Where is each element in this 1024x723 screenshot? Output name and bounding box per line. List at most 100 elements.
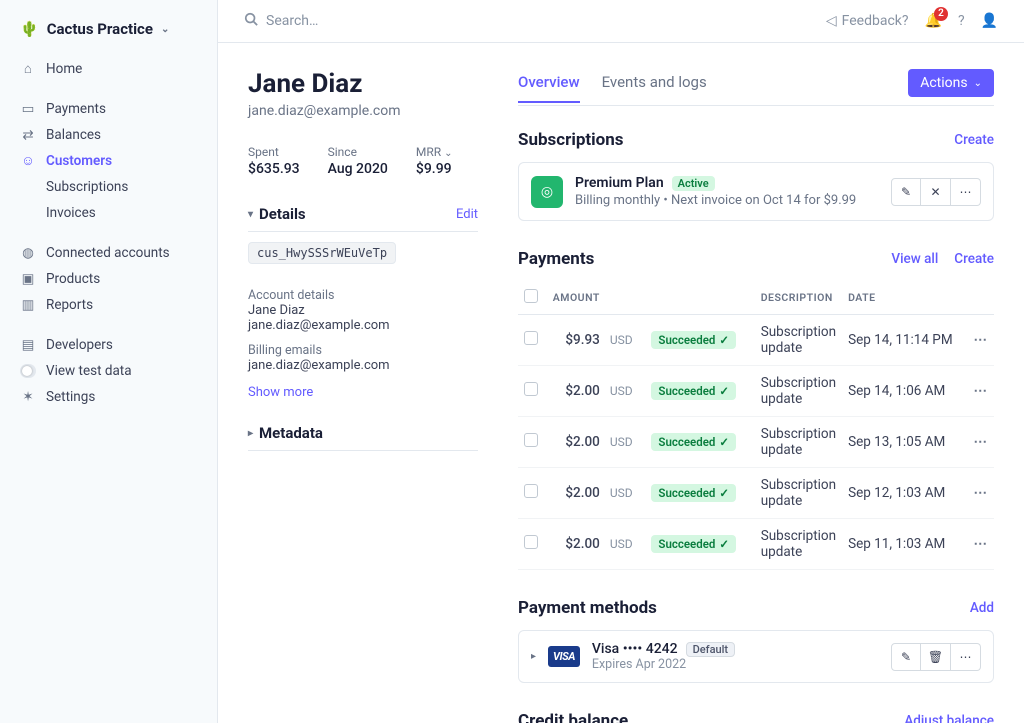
nav-subscriptions[interactable]: Subscriptions <box>0 174 217 200</box>
row-checkbox[interactable] <box>524 382 538 396</box>
row-checkbox[interactable] <box>524 331 538 345</box>
expand-icon[interactable]: ▸ <box>531 651 536 662</box>
payment-method-row[interactable]: ▸ VISA Visa •••• 4242Default Expires Apr… <box>518 630 994 683</box>
stat-since-val: Aug 2020 <box>328 161 388 177</box>
payment-row[interactable]: $2.00USDSucceeded ✓Subscription updateSe… <box>518 468 994 519</box>
status-succeeded-badge: Succeeded ✓ <box>651 382 736 400</box>
nav-developers[interactable]: ▤Developers <box>0 332 217 358</box>
show-more-link[interactable]: Show more <box>248 385 478 400</box>
help-button[interactable]: ? <box>958 13 965 29</box>
stat-spent-label: Spent <box>248 145 300 159</box>
box-icon: ▣ <box>20 271 36 287</box>
credit-balance-title: Credit balance <box>518 711 628 723</box>
feedback-label: Feedback? <box>842 13 909 29</box>
search-icon <box>244 12 258 30</box>
row-more-button[interactable]: ⋯ <box>973 332 988 348</box>
acct-name: Jane Diaz <box>248 303 478 318</box>
status-succeeded-badge: Succeeded ✓ <box>651 535 736 553</box>
customer-name: Jane Diaz <box>248 69 478 99</box>
payment-amount: $2.00 <box>546 519 606 570</box>
stat-since-label: Since <box>328 145 388 159</box>
view-all-payments-link[interactable]: View all <box>891 251 938 267</box>
terminal-icon: ▤ <box>20 337 36 353</box>
feedback-link[interactable]: ◁Feedback? <box>826 13 909 29</box>
delete-card-button[interactable]: 🗑 <box>921 643 951 671</box>
subscription-row[interactable]: ◎ Premium Plan Active Billing monthly • … <box>518 162 994 221</box>
billing-email: jane.diaz@example.com <box>248 358 478 373</box>
payment-row[interactable]: $2.00USDSucceeded ✓Subscription updateSe… <box>518 417 994 468</box>
payment-description: Subscription update <box>755 315 842 366</box>
tab-overview[interactable]: Overview <box>518 73 580 103</box>
row-more-button[interactable]: ⋯ <box>973 434 988 450</box>
row-more-button[interactable]: ⋯ <box>973 485 988 501</box>
acct-details-label: Account details <box>248 288 478 303</box>
nav-settings[interactable]: ✶Settings <box>0 384 217 410</box>
subscription-detail: Billing monthly • Next invoice on Oct 14… <box>575 193 879 208</box>
payment-date: Sep 12, 1:03 AM <box>842 468 967 519</box>
edit-subscription-button[interactable]: ✎ <box>891 178 921 206</box>
adjust-balance-link[interactable]: Adjust balance <box>904 713 994 723</box>
nav-subscriptions-label: Subscriptions <box>46 179 128 195</box>
customers-icon: ☺ <box>20 153 36 169</box>
row-more-button[interactable]: ⋯ <box>973 536 988 552</box>
payment-row[interactable]: $9.93USDSucceeded ✓Subscription updateSe… <box>518 315 994 366</box>
search-input[interactable]: Search… <box>244 12 814 30</box>
nav-customers[interactable]: ☺Customers <box>0 148 217 174</box>
org-switcher[interactable]: 🌵 Cactus Practice ⌄ <box>0 16 217 56</box>
nav-home-label: Home <box>46 61 82 77</box>
row-more-button[interactable]: ⋯ <box>973 383 988 399</box>
card-more-button[interactable]: ⋯ <box>951 643 981 671</box>
edit-card-button[interactable]: ✎ <box>891 643 921 671</box>
edit-details-link[interactable]: Edit <box>456 207 478 222</box>
chevron-down-icon: ⌄ <box>974 78 982 89</box>
visa-logo: VISA <box>548 646 580 667</box>
org-name: Cactus Practice <box>47 20 153 38</box>
col-description: Description <box>755 281 842 315</box>
notif-badge: 2 <box>934 7 948 21</box>
nav-balances-label: Balances <box>46 127 101 143</box>
subscriptions-title: Subscriptions <box>518 130 624 150</box>
notifications-button[interactable]: 🔔 2 <box>925 13 942 29</box>
nav-connected-label: Connected accounts <box>46 245 170 261</box>
nav-invoices[interactable]: Invoices <box>0 200 217 226</box>
nav-home[interactable]: ⌂Home <box>0 56 217 82</box>
row-checkbox[interactable] <box>524 535 538 549</box>
nav-connected[interactable]: ◍Connected accounts <box>0 240 217 266</box>
add-payment-method-link[interactable]: Add <box>970 600 994 616</box>
nav-reports-label: Reports <box>46 297 93 313</box>
row-checkbox[interactable] <box>524 484 538 498</box>
chevron-down-icon: ⌄ <box>161 24 169 35</box>
payment-description: Subscription update <box>755 366 842 417</box>
create-payment-link[interactable]: Create <box>954 251 994 267</box>
status-succeeded-badge: Succeeded ✓ <box>651 331 736 349</box>
payment-row[interactable]: $2.00USDSucceeded ✓Subscription updateSe… <box>518 519 994 570</box>
tab-events[interactable]: Events and logs <box>602 73 707 103</box>
row-checkbox[interactable] <box>524 433 538 447</box>
nav-invoices-label: Invoices <box>46 205 96 221</box>
payments-table: Amount Description Date $9.93USDSucceede… <box>518 281 994 570</box>
nav-payments-label: Payments <box>46 101 106 117</box>
nav-reports[interactable]: ▥Reports <box>0 292 217 318</box>
cancel-subscription-button[interactable]: ✕ <box>921 178 951 206</box>
metadata-toggle[interactable]: ▸Metadata <box>248 424 323 442</box>
nav-balances[interactable]: ⇄Balances <box>0 122 217 148</box>
gear-icon: ✶ <box>20 389 36 405</box>
profile-button[interactable]: 👤 <box>981 13 998 29</box>
cactus-icon: 🌵 <box>20 20 39 38</box>
select-all-checkbox[interactable] <box>524 289 538 303</box>
payment-methods-title: Payment methods <box>518 598 657 618</box>
nav-payments[interactable]: ▭Payments <box>0 96 217 122</box>
nav-view-test[interactable]: View test data <box>0 358 217 384</box>
metadata-title: Metadata <box>259 424 323 442</box>
check-icon: ✓ <box>719 537 729 551</box>
subscription-more-button[interactable]: ⋯ <box>951 178 981 206</box>
nav-products[interactable]: ▣Products <box>0 266 217 292</box>
col-amount: Amount <box>546 281 606 315</box>
create-subscription-link[interactable]: Create <box>954 132 994 148</box>
details-toggle[interactable]: ▾Details <box>248 205 306 223</box>
customer-id[interactable]: cus_HwySSSrWEuVeTp <box>248 242 396 264</box>
payment-row[interactable]: $2.00USDSucceeded ✓Subscription updateSe… <box>518 366 994 417</box>
card-expiry: Expires Apr 2022 <box>592 657 879 672</box>
payment-currency: USD <box>606 519 646 570</box>
actions-button[interactable]: Actions⌄ <box>908 69 994 97</box>
